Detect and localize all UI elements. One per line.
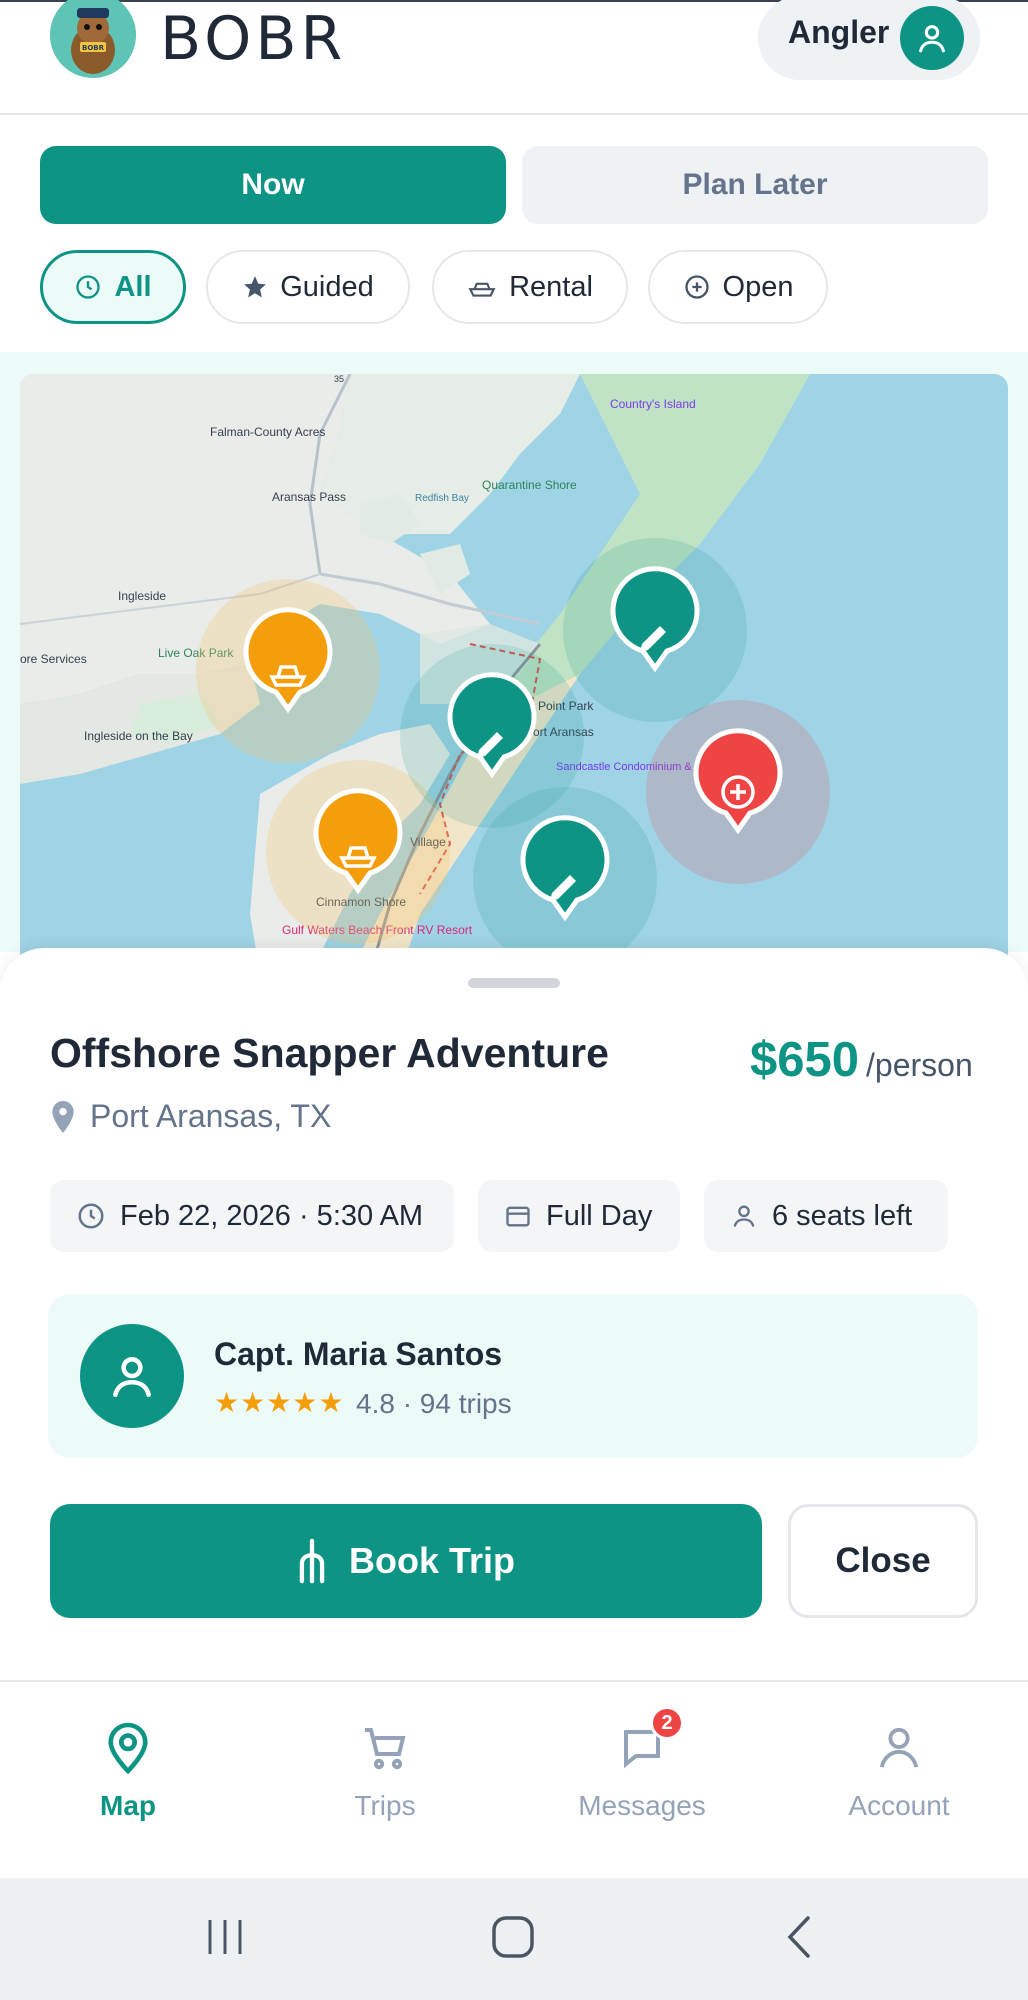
app-header: BOBR BOBR Angler <box>0 0 1028 115</box>
trip-title: Offshore Snapper Adventure <box>50 1030 609 1076</box>
captain-name: Capt. Maria Santos <box>214 1336 503 1372</box>
book-trip-label: Book Trip <box>348 1540 515 1581</box>
trip-location: Port Aransas, TX <box>50 1098 331 1135</box>
captain-avatar <box>80 1324 184 1428</box>
trip-datetime: Feb 22, 2026 · 5:30 AM <box>50 1180 454 1252</box>
tab-account[interactable]: Account <box>779 1716 1019 1846</box>
captain-rating-meta: 4.8 · 94 trips <box>356 1388 512 1419</box>
filter-label: Guided <box>280 270 374 303</box>
seats-text: 6 seats left <box>772 1199 913 1232</box>
filter-label: Rental <box>509 270 593 303</box>
unread-badge: 2 <box>650 1706 684 1740</box>
mode-now-button[interactable]: Now <box>40 146 506 224</box>
close-button[interactable]: Close <box>788 1504 978 1618</box>
cart-icon <box>365 1728 406 1770</box>
map-label: Country's Island <box>610 397 696 411</box>
captain-rating-stars: ★★★★★ <box>214 1387 345 1418</box>
tab-label: Map <box>100 1790 156 1821</box>
trip-detail-sheet: Offshore Snapper Adventure $650 /person … <box>0 948 1028 1680</box>
star-icon <box>244 276 267 298</box>
user-icon <box>113 1357 151 1398</box>
book-trip-button[interactable]: Book Trip <box>50 1504 762 1618</box>
sheet-drag-handle[interactable] <box>468 978 560 988</box>
tab-messages[interactable]: 2 Messages <box>522 1706 762 1846</box>
system-navigation-bar <box>0 1878 1028 2000</box>
role-label: Angler <box>788 14 890 50</box>
back-icon[interactable] <box>776 1912 826 1962</box>
price-unit: /person <box>866 1047 973 1083</box>
filter-all-chip[interactable]: All <box>40 250 186 324</box>
plus-circle-icon <box>684 275 709 299</box>
map-label: Falman-County Acres <box>210 425 325 439</box>
map-label: Quarantine Shore <box>482 478 577 492</box>
map-label: Redfish Bay <box>415 493 469 504</box>
trip-price: $650 <box>750 1033 860 1087</box>
tab-map[interactable]: Map <box>8 1716 248 1846</box>
map-label: Aransas Pass <box>272 490 346 504</box>
filter-guided-chip[interactable]: Guided <box>206 250 410 324</box>
tab-trips[interactable]: Trips <box>265 1716 505 1846</box>
app-logo: BOBR <box>50 0 136 78</box>
clock-icon <box>78 1203 104 1229</box>
filter-label: All <box>114 270 152 303</box>
recent-apps-icon[interactable] <box>200 1912 250 1962</box>
map-label: 35 <box>334 374 344 384</box>
role-switcher[interactable]: Angler <box>758 0 980 80</box>
filter-label: Open <box>722 270 794 303</box>
filter-rental-chip[interactable]: Rental <box>432 250 628 324</box>
datetime-text: Feb 22, 2026 · 5:30 AM <box>120 1199 424 1232</box>
trip-duration: Full Day <box>478 1180 680 1252</box>
logo-text: BOBR <box>82 44 105 52</box>
map-label: Ingleside <box>118 589 166 603</box>
map-label: Ingleside on the Bay <box>84 729 193 743</box>
clock-icon <box>76 275 101 299</box>
map-view[interactable]: Falman-County Acres Aransas Pass Redfish… <box>20 374 1008 974</box>
user-icon <box>733 1205 755 1227</box>
mode-plan-later-button[interactable]: Plan Later <box>522 146 988 224</box>
user-icon <box>879 1727 919 1768</box>
location-text: Port Aransas, TX <box>90 1098 332 1134</box>
captain-card[interactable]: Capt. Maria Santos ★★★★★ 4.8 · 94 trips <box>48 1294 978 1458</box>
tab-label: Trips <box>354 1790 416 1821</box>
anchor-icon <box>299 1538 325 1584</box>
boat-icon <box>468 282 496 297</box>
calendar-icon <box>506 1206 530 1227</box>
map-label: ore Services <box>20 652 87 666</box>
filter-open-chip[interactable]: Open <box>648 250 828 324</box>
user-icon <box>900 6 964 70</box>
brand-name: BOBR <box>160 4 347 74</box>
location-pin-icon <box>52 1100 74 1133</box>
trip-seats: 6 seats left <box>704 1180 948 1252</box>
tab-label: Messages <box>578 1790 706 1821</box>
tab-label: Account <box>848 1790 950 1821</box>
home-icon[interactable] <box>488 1912 538 1962</box>
duration-text: Full Day <box>546 1199 653 1232</box>
bottom-tab-bar: Map Trips 2 Messages Account <box>0 1680 1028 1878</box>
map-pin-icon <box>108 1722 148 1775</box>
